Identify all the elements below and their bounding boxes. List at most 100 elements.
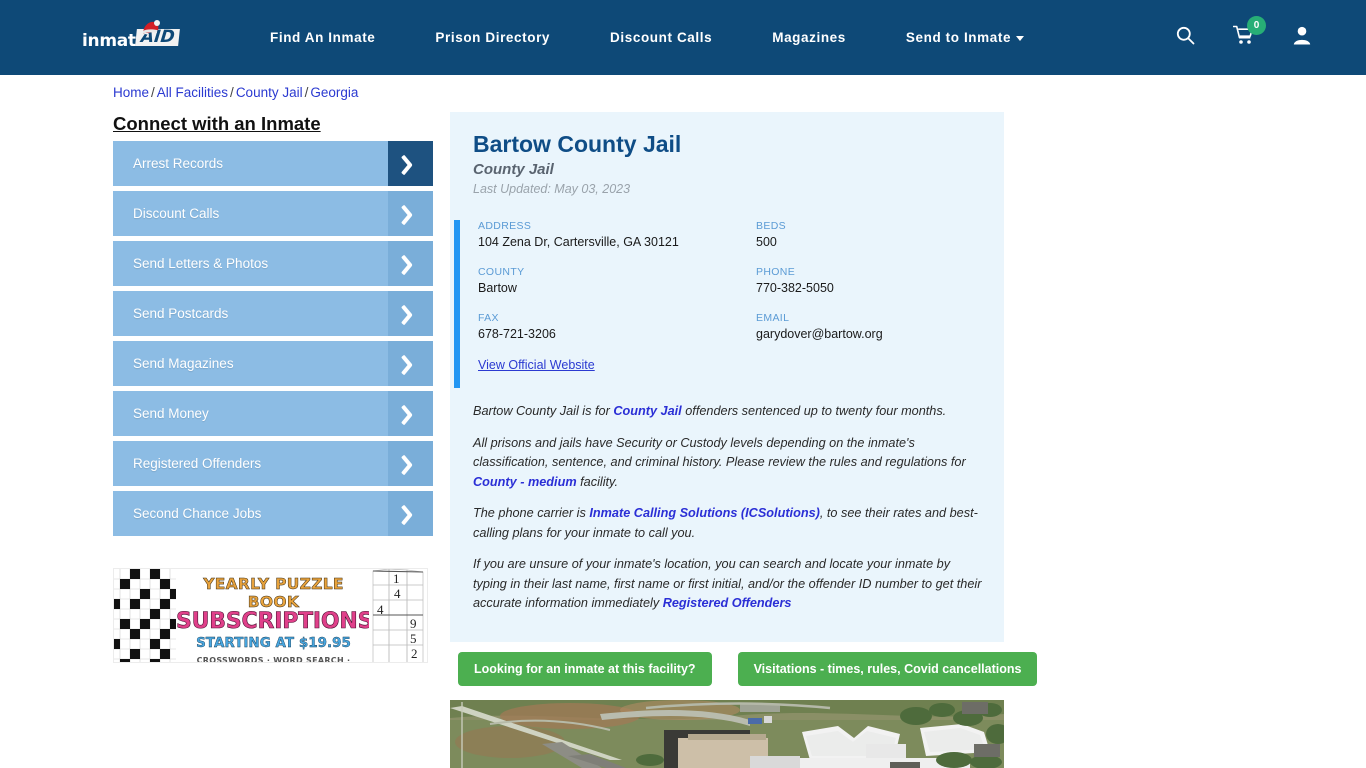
ad-text-block: YEARLY PUZZLE BOOK SUBSCRIPTIONS STARTIN…: [176, 575, 374, 663]
detail-label: FAX: [478, 312, 499, 324]
breadcrumb-item-county-jail[interactable]: County Jail: [236, 85, 303, 100]
detail-value: 678-721-3206: [478, 327, 556, 341]
sidebar-item-label: Send Magazines: [133, 356, 234, 371]
description-paragraph-2: All prisons and jails have Security or C…: [473, 434, 982, 493]
nav-label: Send to Inmate: [905, 30, 1012, 45]
chevron-down-icon: [1016, 35, 1025, 41]
link-icsolutions[interactable]: Inmate Calling Solutions (ICSolutions): [589, 506, 820, 520]
facility-header: Bartow County Jail County Jail Last Upda…: [450, 112, 1004, 196]
chevron-right-icon: [388, 491, 433, 536]
nav-label: Prison Directory: [435, 30, 551, 45]
nav-item-prison-directory[interactable]: Prison Directory: [435, 30, 550, 45]
chevron-right-icon: [388, 341, 433, 386]
breadcrumb-item-home[interactable]: Home: [113, 85, 149, 100]
sidebar-item-label: Send Money: [133, 406, 209, 421]
detail-label: ADDRESS: [478, 220, 532, 232]
breadcrumb: Home / All Facilities / County Jail / Georgia: [113, 85, 358, 100]
sidebar-item-send-letters-photos[interactable]: Send Letters & Photos: [113, 241, 433, 286]
desc-text: facility.: [576, 474, 618, 489]
desc-text: offenders sentenced up to twenty four mo…: [681, 404, 947, 418]
sidebar-item-label: Send Letters & Photos: [133, 256, 269, 271]
detail-email: EMAIL garydover@bartow.org: [756, 312, 1004, 341]
ad-subheadline: SUBSCRIPTIONS: [176, 609, 374, 634]
sidebar-heading: Connect with an Inmate: [113, 113, 321, 134]
detail-value: 770-382-5050: [756, 281, 834, 295]
accent-bar: [454, 220, 460, 388]
chevron-right-icon: [388, 391, 433, 436]
ad-price: STARTING AT $19.95: [196, 635, 351, 651]
breadcrumb-item-georgia[interactable]: Georgia: [310, 85, 358, 100]
nav-item-find-an-inmate[interactable]: Find An Inmate: [270, 30, 375, 45]
sidebar-item-label: Second Chance Jobs: [133, 506, 262, 521]
detail-fax: FAX 678-721-3206: [478, 312, 756, 341]
sidebar-menu: Arrest Records Discount Calls Send Lette…: [113, 141, 433, 541]
detail-label: BEDS: [756, 220, 786, 232]
detail-value: Bartow: [478, 281, 517, 295]
detail-phone: PHONE 770-382-5050: [756, 266, 1004, 295]
desc-text: All prisons and jails have Security or C…: [473, 435, 966, 470]
description-paragraph-3: The phone carrier is Inmate Calling Solu…: [473, 504, 982, 543]
sidebar-item-registered-offenders[interactable]: Registered Offenders: [113, 441, 433, 486]
sudoku-cell: 5: [410, 631, 417, 646]
sudoku-cell: 4: [377, 602, 384, 617]
user-account-icon[interactable]: [1293, 26, 1311, 50]
last-updated-text: Last Updated: May 03, 2023: [473, 182, 631, 196]
sidebar-item-label: Arrest Records: [133, 156, 224, 171]
nav-item-send-to-inmate[interactable]: Send to Inmate: [905, 30, 1025, 45]
description-paragraph-4: If you are unsure of your inmate's locat…: [473, 555, 982, 614]
site-header: inmate AID Find An Inmate Prison Directo…: [0, 0, 1366, 75]
view-official-website-link[interactable]: View Official Website: [478, 358, 595, 372]
chevron-right-icon: [388, 441, 433, 486]
detail-county: COUNTY Bartow: [478, 266, 756, 295]
detail-value: garydover@bartow.org: [756, 327, 883, 341]
action-button-row: Looking for an inmate at this facility? …: [458, 652, 1038, 686]
nav-label: Find An Inmate: [270, 30, 376, 45]
nav-item-discount-calls[interactable]: Discount Calls: [610, 30, 712, 45]
puzzle-book-ad-banner[interactable]: YEARLY PUZZLE BOOK SUBSCRIPTIONS STARTIN…: [113, 568, 428, 663]
nav-label: Magazines: [772, 30, 846, 45]
facility-details: ADDRESS 104 Zena Dr, Cartersville, GA 30…: [450, 220, 1004, 388]
sidebar-item-send-magazines[interactable]: Send Magazines: [113, 341, 433, 386]
santa-hat-icon: [141, 19, 160, 35]
ad-categories: CROSSWORDS · WORD SEARCH · SUDOKU · BRAI…: [196, 656, 351, 663]
sidebar-item-discount-calls[interactable]: Discount Calls: [113, 191, 433, 236]
desc-text: Bartow County Jail is for: [473, 404, 614, 418]
sidebar-item-send-money[interactable]: Send Money: [113, 391, 433, 436]
link-county-jail[interactable]: County Jail: [613, 404, 681, 418]
sidebar-item-label: Registered Offenders: [133, 456, 262, 471]
nav-item-magazines[interactable]: Magazines: [772, 30, 846, 45]
sidebar-item-second-chance-jobs[interactable]: Second Chance Jobs: [113, 491, 433, 536]
cart-icon[interactable]: 0: [1232, 16, 1266, 50]
page-title: Bartow County Jail: [473, 131, 682, 157]
detail-address: ADDRESS 104 Zena Dr, Cartersville, GA 30…: [478, 220, 756, 249]
sudoku-cell: 9: [410, 616, 417, 631]
detail-value: 104 Zena Dr, Cartersville, GA 30121: [478, 235, 679, 249]
sidebar-item-label: Discount Calls: [133, 206, 220, 221]
crossword-grid-graphic: [114, 569, 176, 662]
breadcrumb-separator: /: [304, 85, 309, 100]
chevron-right-icon: [388, 191, 433, 236]
chevron-right-icon: [388, 241, 433, 286]
search-icon[interactable]: [1176, 26, 1195, 50]
detail-beds: BEDS 500: [756, 220, 1004, 249]
detail-label: EMAIL: [756, 312, 790, 324]
sidebar-item-arrest-records[interactable]: Arrest Records: [113, 141, 433, 186]
sudoku-cell: 1: [393, 571, 400, 586]
breadcrumb-item-all-facilities[interactable]: All Facilities: [157, 85, 228, 100]
sudoku-grid-graphic: 1 4 4 9 5 2: [369, 569, 427, 662]
sidebar-item-send-postcards[interactable]: Send Postcards: [113, 291, 433, 336]
link-county-medium[interactable]: County - medium: [473, 475, 577, 489]
main-navigation: Find An Inmate Prison Directory Discount…: [270, 0, 1025, 75]
site-logo[interactable]: inmate AID: [82, 18, 182, 58]
link-registered-offenders[interactable]: Registered Offenders: [663, 596, 792, 610]
facility-type: County Jail: [473, 161, 554, 178]
detail-label: COUNTY: [478, 266, 525, 278]
detail-value: 500: [756, 235, 777, 249]
visitations-button[interactable]: Visitations - times, rules, Covid cancel…: [737, 652, 1038, 686]
cart-count-badge: 0: [1247, 16, 1266, 35]
nav-label: Discount Calls: [610, 30, 713, 45]
header-icon-group: 0: [1176, 0, 1311, 75]
breadcrumb-separator: /: [230, 85, 234, 100]
description-paragraph-1: Bartow County Jail is for County Jail of…: [473, 402, 982, 422]
find-inmate-button[interactable]: Looking for an inmate at this facility?: [458, 652, 712, 686]
